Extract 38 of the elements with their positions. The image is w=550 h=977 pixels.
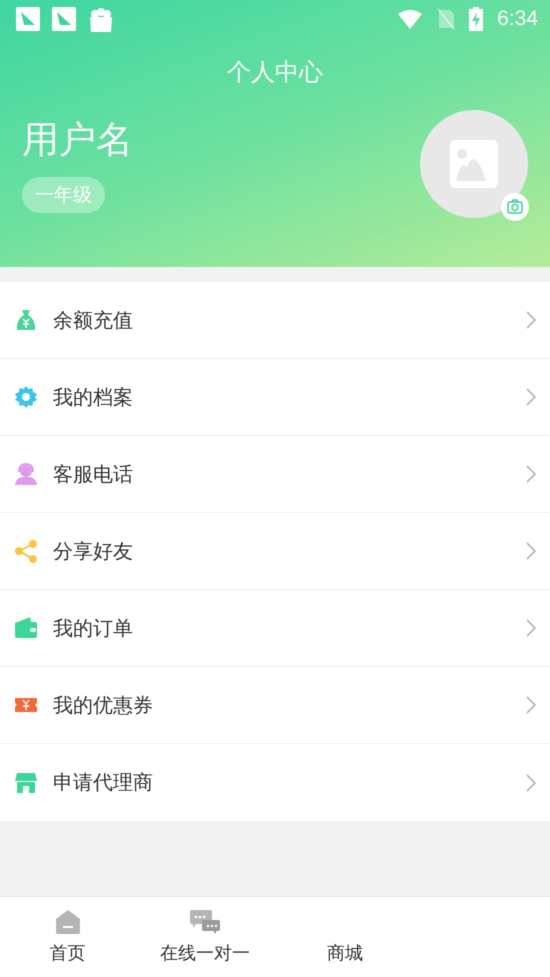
grade-badge: 一年级 bbox=[22, 177, 105, 213]
chevron-right-icon bbox=[526, 696, 536, 714]
chevron-right-icon bbox=[526, 311, 536, 329]
menu-item[interactable]: 分享好友 bbox=[0, 513, 550, 590]
battery-icon bbox=[469, 7, 484, 31]
app-notification-icon bbox=[16, 7, 40, 31]
menu-item[interactable]: 我的优惠券 bbox=[0, 667, 550, 744]
wifi-icon bbox=[397, 9, 424, 29]
menu-item[interactable]: 申请代理商 bbox=[0, 744, 550, 821]
menu-item[interactable]: 余额充值 bbox=[0, 282, 550, 359]
avatar-placeholder[interactable] bbox=[420, 110, 528, 218]
nav-tab[interactable]: 在线一对一 bbox=[135, 897, 275, 977]
nav-tab[interactable]: 商城 bbox=[275, 897, 415, 977]
menu-label: 我的档案 bbox=[53, 384, 134, 410]
chevron-right-icon bbox=[526, 465, 536, 483]
app-notification-icon bbox=[52, 7, 76, 31]
chevron-right-icon bbox=[526, 388, 536, 406]
camera-icon[interactable] bbox=[501, 193, 529, 221]
menu-label: 我的优惠券 bbox=[53, 692, 154, 718]
status-time: 6:34 bbox=[497, 7, 538, 31]
bag-icon bbox=[88, 5, 114, 33]
no-sim-icon bbox=[437, 8, 456, 30]
menu-label: 余额充值 bbox=[53, 306, 134, 334]
home-icon bbox=[54, 909, 80, 935]
menu-label: 申请代理商 bbox=[53, 769, 154, 796]
username: 用户名 bbox=[22, 117, 133, 163]
chevron-right-icon bbox=[526, 774, 536, 792]
chevron-right-icon bbox=[526, 542, 536, 560]
menu-item[interactable]: 我的订单 bbox=[0, 590, 550, 667]
menu-label: 我的订单 bbox=[53, 614, 134, 642]
menu-label: 分享好友 bbox=[53, 538, 134, 564]
menu-label: 客服电话 bbox=[53, 460, 134, 488]
nav-tab[interactable]: 首页 bbox=[0, 897, 135, 977]
menu-item[interactable]: 我的档案 bbox=[0, 359, 550, 436]
page-title: 个人中心 bbox=[226, 57, 324, 88]
chat-icon bbox=[190, 909, 220, 935]
chevron-right-icon bbox=[526, 619, 536, 637]
menu-item[interactable]: 客服电话 bbox=[0, 436, 550, 513]
